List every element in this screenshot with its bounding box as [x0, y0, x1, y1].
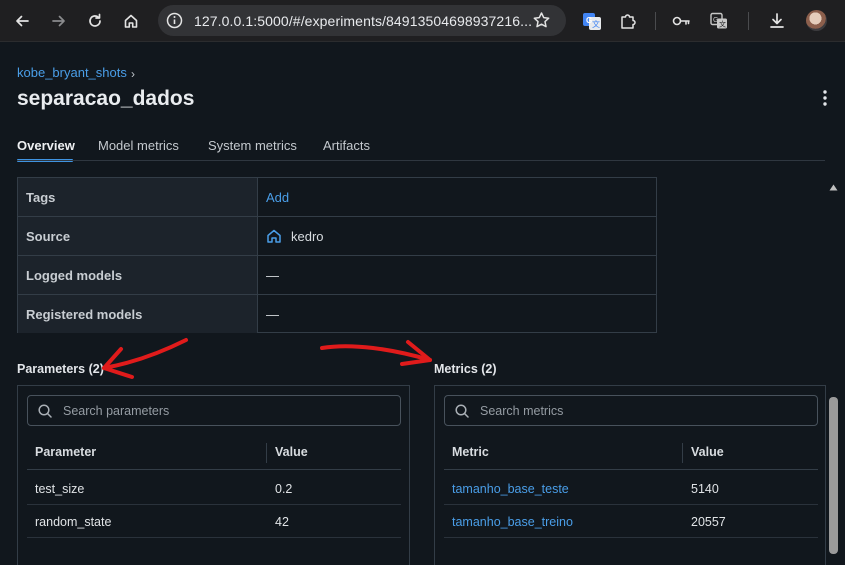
metric-value: 20557 [691, 515, 726, 529]
browser-toolbar: 127.0.0.1:5000/#/experiments/84913504698… [0, 0, 845, 42]
parameters-panel: Parameter Value test_size 0.2 random_sta… [17, 385, 410, 565]
more-options-icon[interactable] [817, 89, 833, 107]
parameter-name: random_state [35, 515, 112, 529]
scrollbar-thumb[interactable] [829, 397, 838, 554]
forward-icon[interactable] [47, 9, 71, 33]
search-icon [38, 404, 52, 418]
details-label: Tags [26, 190, 56, 205]
tabs-divider [17, 160, 825, 161]
details-label: Registered models [26, 307, 143, 322]
add-tag-link[interactable]: Add [266, 190, 289, 205]
password-key-icon[interactable] [670, 10, 692, 32]
toolbar-separator [655, 12, 656, 30]
details-row-registered-models: Registered models — [18, 295, 656, 334]
toolbar-separator [748, 12, 749, 30]
details-row-logged-models: Logged models — [18, 256, 656, 295]
downloads-icon[interactable] [766, 10, 788, 32]
registered-models-value: — [266, 307, 279, 322]
metrics-search[interactable] [444, 395, 818, 426]
table-row: tamanho_base_treino 20557 [444, 505, 818, 538]
address-bar[interactable]: 127.0.0.1:5000/#/experiments/84913504698… [158, 5, 566, 36]
details-row-tags: Tags Add [18, 178, 656, 217]
tab-system-metrics[interactable]: System metrics [208, 138, 297, 153]
reload-icon[interactable] [83, 9, 107, 33]
source-value: kedro [291, 229, 324, 244]
metric-name-link[interactable]: tamanho_base_treino [452, 515, 573, 529]
mlflow-run-page: kobe_bryant_shots › separacao_dados Over… [0, 43, 845, 565]
site-info-icon[interactable] [166, 12, 183, 29]
column-header-metric[interactable]: Metric [452, 445, 489, 459]
run-details-table: Tags Add Source kedro Logged models — Re… [17, 177, 657, 333]
details-label: Source [26, 229, 71, 244]
breadcrumb-separator: › [131, 67, 135, 81]
breadcrumb-experiment-link[interactable]: kobe_bryant_shots [17, 65, 127, 80]
tab-artifacts[interactable]: Artifacts [323, 138, 370, 153]
parameters-search[interactable] [27, 395, 401, 426]
table-row: tamanho_base_teste 5140 [444, 472, 818, 505]
metrics-title: Metrics (2) [434, 362, 497, 376]
url-text[interactable]: 127.0.0.1:5000/#/experiments/84913504698… [194, 13, 532, 29]
search-parameters-input[interactable] [63, 401, 363, 421]
parameter-value: 0.2 [275, 482, 293, 496]
svg-text:文: 文 [592, 19, 600, 29]
google-translate-icon[interactable]: G文 [581, 10, 603, 32]
metric-name-link[interactable]: tamanho_base_teste [452, 482, 569, 496]
back-icon[interactable] [10, 9, 34, 33]
page-title: separacao_dados [17, 87, 195, 110]
profile-avatar[interactable] [806, 10, 827, 31]
bookmark-star-icon[interactable] [532, 11, 551, 30]
metrics-panel: Metric Value tamanho_base_teste 5140 tam… [434, 385, 826, 565]
search-icon [455, 404, 469, 418]
column-header-value[interactable]: Value [691, 445, 724, 459]
tab-model-metrics[interactable]: Model metrics [98, 138, 179, 153]
extensions-puzzle-icon[interactable] [617, 10, 639, 32]
translate-page-icon[interactable]: G文 [708, 10, 730, 32]
parameters-title: Parameters (2) [17, 362, 104, 376]
scroll-up-arrow-icon[interactable] [829, 179, 838, 191]
metric-value: 5140 [691, 482, 719, 496]
details-row-source: Source kedro [18, 217, 656, 256]
table-row: test_size 0.2 [27, 472, 401, 505]
parameter-value: 42 [275, 515, 289, 529]
home-icon[interactable] [119, 9, 143, 33]
tab-overview[interactable]: Overview [17, 138, 75, 153]
table-row: random_state 42 [27, 505, 401, 538]
column-divider[interactable] [266, 443, 267, 463]
source-home-icon [266, 228, 282, 244]
svg-text:G: G [713, 17, 718, 24]
parameter-name: test_size [35, 482, 85, 496]
svg-text:文: 文 [719, 20, 726, 29]
column-divider[interactable] [682, 443, 683, 463]
parameters-table-header: Parameter Value [27, 440, 401, 470]
column-header-value[interactable]: Value [275, 445, 308, 459]
details-label: Logged models [26, 268, 123, 283]
logged-models-value: — [266, 268, 279, 283]
column-header-parameter[interactable]: Parameter [35, 445, 96, 459]
metrics-table-header: Metric Value [444, 440, 818, 470]
search-metrics-input[interactable] [480, 401, 780, 421]
